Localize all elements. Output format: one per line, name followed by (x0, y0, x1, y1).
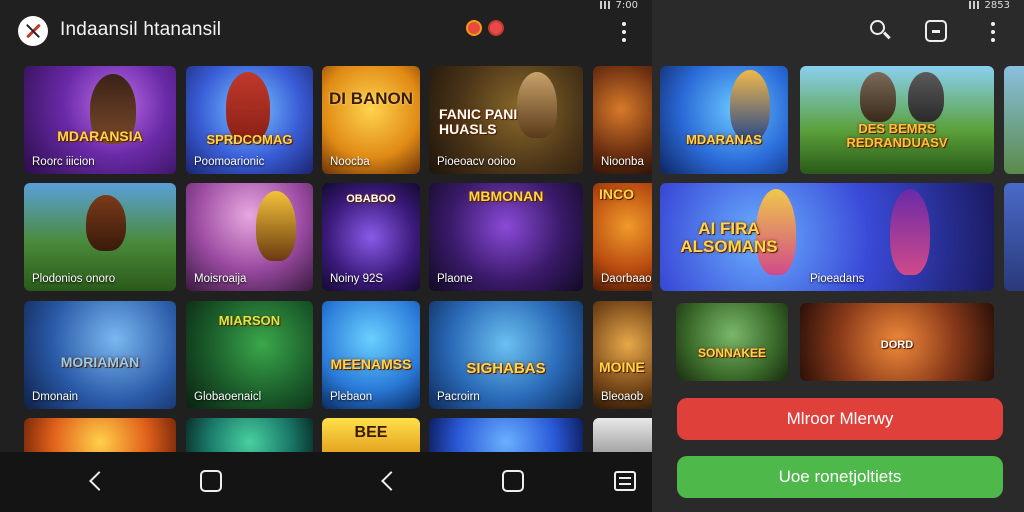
tile-title: AI FIRA ALSOMANS (680, 218, 778, 256)
tile-caption: Bleoaob (601, 391, 644, 403)
back-icon[interactable] (89, 471, 109, 491)
tile-title: FANIC PANI HUASLS (439, 106, 518, 137)
tile-caption: Plaone (437, 273, 473, 285)
tile-art (676, 303, 788, 381)
status-bar: 2853 (968, 0, 1024, 11)
tile-caption: Noocba (330, 156, 370, 168)
tile-title: SPRDCOMAG (206, 131, 293, 147)
tile-title: MOINE (599, 359, 645, 376)
tile-title: DES BEMRS REDRANDUASV (846, 121, 948, 150)
recent-apps-icon[interactable] (614, 471, 636, 491)
tile-art (800, 66, 994, 174)
navigation-bar (0, 452, 652, 512)
tile-title: MEENAMSS (330, 356, 412, 373)
tile-caption: Roorc iiicion (32, 156, 95, 168)
game-tile[interactable]: MDARANAS (660, 66, 788, 174)
tile-caption: Moisroaija (194, 273, 247, 285)
game-tile[interactable] (1004, 66, 1024, 174)
game-tile[interactable]: MBMONAN Plaone (429, 183, 583, 291)
home-icon[interactable] (200, 470, 222, 492)
back-icon[interactable] (381, 471, 401, 491)
game-tile[interactable]: Plodonios onoro (24, 183, 176, 291)
tile-caption: Dmonain (32, 391, 79, 403)
character-icon (860, 72, 896, 122)
tile-title: INCO (599, 186, 634, 203)
character-icon (86, 195, 126, 251)
right-app-panel: 2853 MDARANAS DES BEMRS REDRANDUASV AI F… (652, 0, 1024, 512)
tile-art (1004, 66, 1024, 174)
game-tile[interactable]: Moisroaija (186, 183, 313, 291)
game-tile[interactable]: FANIC PANI HUASLS Pioeoacv ooioo (429, 66, 583, 174)
app-header: Indaansil htanansil (0, 0, 652, 62)
character-icon (730, 70, 770, 140)
game-tile[interactable]: SONNAKEE (676, 303, 788, 381)
app-logo[interactable] (18, 16, 48, 46)
game-tile[interactable]: DI BANON Noocba (322, 66, 420, 174)
left-app-panel: 7:00 Indaansil htanansil MDARANSIA Roorc… (0, 0, 652, 512)
tile-title: SIGHABAS (466, 360, 546, 378)
tile-art (1004, 183, 1024, 291)
more-options-icon[interactable] (990, 22, 996, 42)
alert-icon[interactable] (488, 20, 504, 36)
tile-caption: Pacroirn (437, 391, 480, 403)
character-icon (908, 72, 944, 122)
secondary-button[interactable]: Uoe ronetjoltiets (677, 456, 1003, 498)
tile-title: MORIAMAN (60, 354, 140, 370)
notification-badges[interactable] (466, 20, 504, 36)
signal-icon (968, 1, 979, 9)
tile-title: MDARANSIA (57, 127, 143, 144)
tile-title: MBMONAN (468, 188, 544, 205)
tile-caption: Poomoarionic (194, 156, 265, 168)
game-tile[interactable]: OBABOO Noiny 92S (322, 183, 420, 291)
tile-caption: Pioeoacv ooioo (437, 156, 516, 168)
search-icon[interactable] (868, 18, 894, 44)
tile-title: DORD (880, 339, 914, 352)
game-tile[interactable]: MOINE Bleoaob (593, 301, 652, 409)
tile-caption: Nioonba (601, 156, 644, 168)
character-icon (256, 191, 296, 261)
window-icon[interactable] (925, 20, 947, 42)
game-tile[interactable]: Nioonba (593, 66, 652, 174)
status-time: 2853 (984, 0, 1010, 11)
game-tile[interactable]: SPRDCOMAG Poomoarionic (186, 66, 313, 174)
logo-icon (25, 23, 41, 39)
tile-title: DI BANON (328, 88, 414, 108)
tile-caption: Pioeadans (810, 273, 865, 285)
tile-caption: Noiny 92S (330, 273, 384, 285)
tile-title: MDARANAS (686, 131, 762, 147)
game-tile[interactable]: MORIAMAN Dmonain (24, 301, 176, 409)
notification-icon[interactable] (466, 20, 482, 36)
more-options-icon[interactable] (621, 22, 627, 42)
game-tile[interactable]: MIARSON Globaoenaicl (186, 301, 313, 409)
tile-title: SONNAKEE (697, 345, 766, 360)
tile-title: MIARSON (218, 312, 281, 328)
split-screen: 7:00 Indaansil htanansil MDARANSIA Roorc… (0, 0, 1024, 512)
tile-title: OBABOO (346, 192, 396, 205)
game-tile[interactable]: DES BEMRS REDRANDUASV (800, 66, 994, 174)
character-icon (890, 189, 930, 275)
game-tile[interactable]: INCO Daorbaaoion (593, 183, 652, 291)
tile-caption: Daorbaaoion (601, 273, 652, 285)
featured-banner[interactable]: AI FIRA ALSOMANS Pioeadans (660, 183, 994, 291)
tile-title: BEE (354, 424, 388, 442)
game-tile[interactable]: SIGHABAS Pacroirn (429, 301, 583, 409)
primary-button[interactable]: Mlroor Mlerwy (677, 398, 1003, 440)
game-tile[interactable]: MDARANSIA Roorc iiicion (24, 66, 176, 174)
tile-caption: Plebaon (330, 391, 373, 403)
app-title: Indaansil htanansil (60, 19, 222, 40)
tile-caption: Plodonios onoro (32, 273, 116, 285)
game-tile[interactable] (1004, 183, 1024, 291)
game-tile[interactable]: DORD (800, 303, 994, 381)
game-tile[interactable]: MEENAMSS Plebaon (322, 301, 420, 409)
home-icon[interactable] (502, 470, 524, 492)
tile-caption: Globaoenaicl (194, 391, 262, 403)
